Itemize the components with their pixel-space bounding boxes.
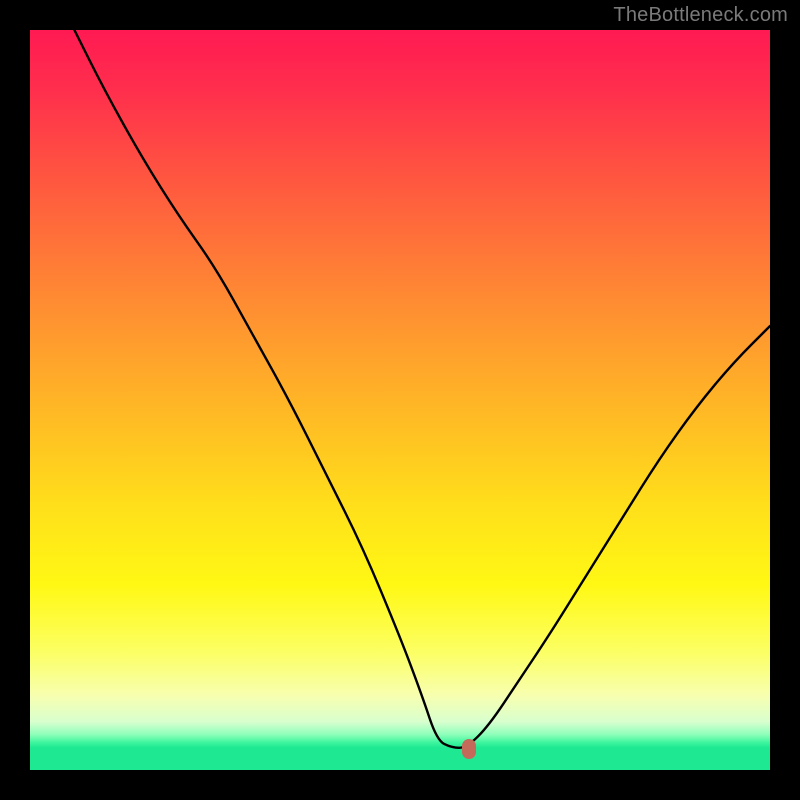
chart-stage: TheBottleneck.com	[0, 0, 800, 800]
curve-path	[74, 30, 770, 748]
watermark-text: TheBottleneck.com	[613, 4, 788, 27]
plot-area	[30, 30, 770, 770]
bottleneck-curve	[30, 30, 770, 770]
optimal-point-marker	[462, 739, 476, 759]
